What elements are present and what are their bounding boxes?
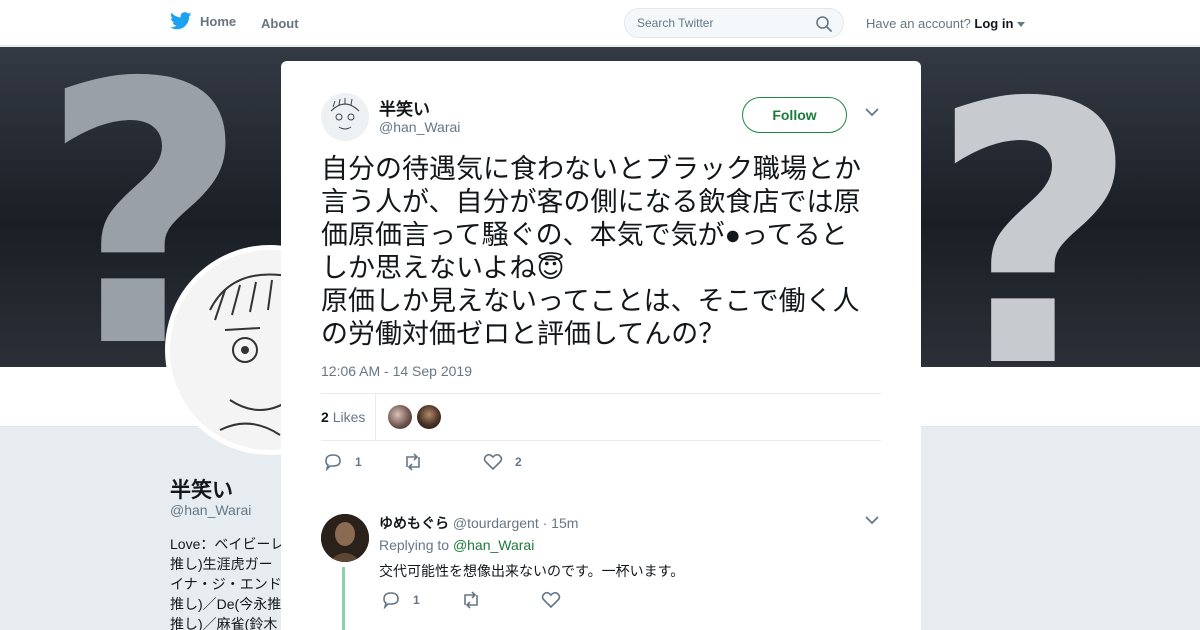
home-link[interactable]: Home xyxy=(170,12,236,30)
close-icon[interactable] xyxy=(1154,12,1178,36)
tweet-text-line: しか思えないよね😇 xyxy=(321,253,565,283)
bio-line: 推し)／De(今永推 xyxy=(170,596,282,612)
chevron-down-icon[interactable] xyxy=(1017,22,1026,28)
heart-icon xyxy=(483,453,503,471)
tweet-text-line: 原価しか見えないってことは、そこで働く人 xyxy=(321,286,860,316)
banner-decoration: ? xyxy=(930,47,1139,367)
tweet-text-line: 言う人が、自分が客の側になる飲食店では原 xyxy=(321,187,861,217)
liker-avatar[interactable] xyxy=(388,405,412,429)
home-label: Home xyxy=(200,13,237,29)
twitter-bird-icon xyxy=(170,12,192,30)
tweet-timestamp[interactable]: 12:06 AM - 14 Sep 2019 xyxy=(321,363,472,379)
reply-author-handle[interactable]: @tourdargent xyxy=(453,515,539,531)
likes-label: Likes xyxy=(332,409,366,425)
reply-count: 1 xyxy=(413,593,420,607)
follow-button[interactable]: Follow xyxy=(742,97,847,133)
bio-line: イナ・ジ・エンド xyxy=(170,576,282,592)
account-text: Have an account? xyxy=(866,16,971,31)
reply-button[interactable]: 1 xyxy=(381,591,420,609)
tweet-stats: 2 Likes xyxy=(321,393,881,441)
chevron-down-icon[interactable] xyxy=(865,515,879,525)
replying-to: Replying to @han_Warai xyxy=(379,537,534,553)
top-navigation-bar: Home About Search Twitter Have an accoun… xyxy=(0,0,1200,46)
author-avatar-image xyxy=(321,93,369,141)
tweet-text-line: 価原価言って騒ぐの、本気で気が●ってると xyxy=(321,220,848,250)
tweet-modal: 半笑い @han_Warai Follow 自分の待遇気に食わないとブラック職場… xyxy=(281,61,921,630)
like-count: 2 xyxy=(515,455,522,469)
retweet-icon xyxy=(406,453,420,471)
retweet-icon xyxy=(464,591,478,609)
search-input[interactable]: Search Twitter xyxy=(624,8,844,38)
tweet-text-line: 自分の待遇気に食わないとブラック職場とか xyxy=(321,154,861,184)
like-button[interactable]: 2 xyxy=(483,453,522,471)
thread-line xyxy=(342,567,345,630)
reply-header: ゆめもぐら @tourdargent · 15m xyxy=(379,513,578,533)
profile-name: 半笑い xyxy=(170,479,233,502)
bio-line: Love：ベイビーレ xyxy=(170,536,282,552)
search-placeholder: Search Twitter xyxy=(637,16,714,30)
chevron-down-icon[interactable] xyxy=(865,107,879,117)
about-link[interactable]: About xyxy=(261,16,299,31)
account-prompt: Have an account? Log in xyxy=(866,16,1026,31)
replying-to-label: Replying to xyxy=(379,537,450,553)
tweet-text: 自分の待遇気に食わないとブラック職場とか 言う人が、自分が客の側になる飲食店では… xyxy=(321,153,886,351)
reply-text: 交代可能性を想像出来ないのです。一杯います。 xyxy=(379,563,685,579)
likes-stat[interactable]: 2 Likes xyxy=(321,409,365,425)
bio-line: 推し)生涯虎ガー xyxy=(170,556,273,572)
reply-count: 1 xyxy=(355,455,362,469)
author-avatar[interactable] xyxy=(321,93,369,141)
reply-icon xyxy=(383,592,399,609)
likes-count: 2 xyxy=(321,409,329,425)
tweet-text-line: の労働対価ゼロと評価してんの？ xyxy=(321,319,726,349)
liker-avatar[interactable] xyxy=(417,405,441,429)
reply-avatar-image xyxy=(321,514,369,562)
profile-handle: @han_Warai xyxy=(170,502,252,518)
reply-actions: 1 xyxy=(379,591,679,611)
tweet-actions: 1 2 xyxy=(321,453,881,477)
reply-author-avatar[interactable] xyxy=(321,514,369,562)
divider xyxy=(375,394,376,440)
reply-author-name[interactable]: ゆめもぐら xyxy=(379,515,449,531)
heart-icon xyxy=(541,591,561,609)
author-handle[interactable]: @han_Warai xyxy=(379,119,460,135)
search-icon[interactable] xyxy=(815,15,833,33)
like-button[interactable] xyxy=(541,591,561,609)
retweet-button[interactable] xyxy=(460,591,482,609)
reply-icon xyxy=(325,454,341,471)
reply-button[interactable]: 1 xyxy=(323,453,362,471)
reply-time[interactable]: · 15m xyxy=(543,515,579,531)
replying-to-link[interactable]: @han_Warai xyxy=(453,537,534,553)
bio-line: 推し)／麻雀(鈴木 xyxy=(170,616,278,630)
author-name[interactable]: 半笑い xyxy=(379,95,430,120)
retweet-button[interactable] xyxy=(402,453,424,471)
login-link[interactable]: Log in xyxy=(974,16,1013,31)
